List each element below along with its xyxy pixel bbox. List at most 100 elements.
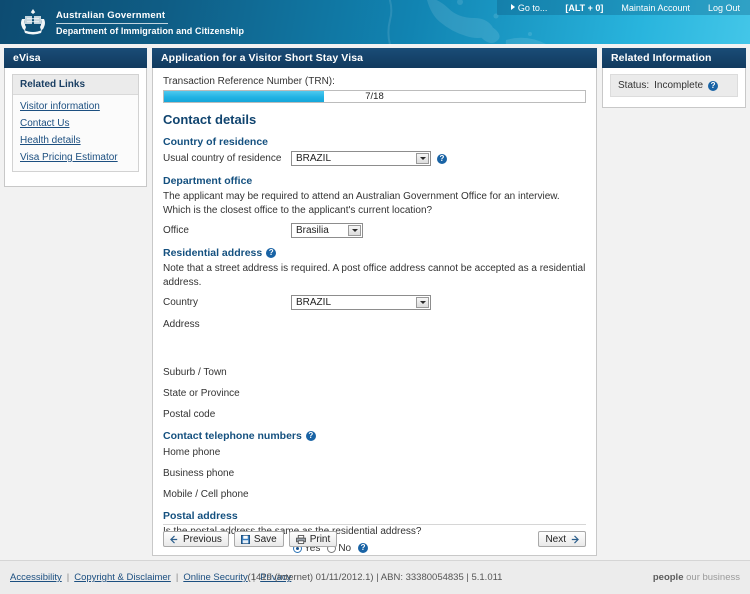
previous-button[interactable]: Previous [163, 531, 229, 547]
contact-telephone-heading-text: Contact telephone numbers [163, 430, 302, 442]
field-residential-country: Country BRAZIL [163, 295, 586, 310]
page-title: Contact details [163, 112, 257, 127]
field-mobile-phone: Mobile / Cell phone [163, 487, 586, 501]
residential-country-select[interactable]: BRAZIL [291, 295, 431, 310]
right-sidebar: Related Information Status: Incomplete ? [602, 48, 746, 108]
footer-brand: people our business [653, 572, 740, 583]
residential-address-note: Note that a street address is required. … [163, 263, 586, 288]
sidebar-link-health-details[interactable]: Health details [20, 135, 131, 146]
residential-country-value: BRAZIL [296, 297, 332, 308]
footer-brand-bold: people [652, 572, 684, 583]
progress-bar: 7/18 [163, 90, 586, 103]
chevron-down-icon[interactable] [348, 225, 361, 236]
save-button-label: Save [253, 533, 277, 545]
goto-menu[interactable]: Go to... [510, 2, 548, 13]
progress-bar-text: 7/18 [365, 91, 384, 102]
help-icon-residential-address[interactable]: ? [266, 248, 277, 258]
field-suburb-town: Suburb / Town [163, 365, 586, 379]
related-information-title: Related Information [602, 48, 746, 68]
page-root: Australian Government Department of Immi… [0, 0, 750, 594]
postal-address-heading-text: Postal address [163, 510, 238, 522]
related-links-list: Visitor information Contact Us Health de… [13, 95, 138, 171]
form-body: Transaction Reference Number (TRN): 7/18… [152, 68, 597, 590]
sidebar-title: eVisa [4, 48, 147, 68]
section-heading-contact-telephone: Contact telephone numbers ? [163, 430, 586, 442]
field-address-line-2 [163, 338, 586, 352]
save-button[interactable]: Save [233, 531, 284, 547]
next-button[interactable]: Next [538, 531, 586, 547]
usual-country-select[interactable]: BRAZIL [291, 151, 431, 166]
section-heading-country-of-residence: Country of residence [163, 136, 586, 148]
previous-button-label: Previous [183, 533, 222, 545]
department-office-heading-text: Department office [163, 175, 253, 187]
field-state-province: State or Province [163, 386, 586, 400]
main-panel-title: Application for a Visitor Short Stay Vis… [152, 48, 597, 68]
state-province-label: State or Province [163, 387, 240, 399]
footer-version-text: (1419 (Internet) 01/11/2012.1) | ABN: 33… [247, 572, 503, 583]
coat-of-arms-icon [18, 7, 48, 37]
sidebar-body: Related Links Visitor information Contac… [4, 68, 147, 187]
usual-country-value: BRAZIL [296, 153, 332, 164]
postal-code-label: Postal code [163, 408, 216, 420]
section-heading-residential-address: Residential address ? [163, 247, 586, 259]
field-postal-code: Postal code [163, 407, 586, 421]
print-button[interactable]: Print [288, 531, 338, 547]
sidebar-link-contact-us[interactable]: Contact Us [20, 118, 131, 129]
printer-icon [295, 534, 306, 544]
content-area: eVisa Related Links Visitor information … [0, 44, 750, 590]
related-information-body: Status: Incomplete ? [602, 68, 746, 108]
maintain-account-link[interactable]: Maintain Account [621, 3, 690, 13]
arrow-right-icon [570, 534, 579, 544]
status-value: Incomplete [654, 80, 704, 91]
field-usual-country-of-residence: Usual country of residence BRAZIL ? [163, 151, 586, 166]
log-out-link[interactable]: Log Out [708, 3, 740, 13]
site-footer: Accessibility | Copyright & Disclaimer |… [0, 560, 750, 594]
residential-address-heading-text: Residential address [163, 247, 263, 259]
office-value: Brasilia [296, 225, 329, 236]
print-button-label: Print [309, 533, 331, 545]
usual-country-label: Usual country of residence [163, 153, 282, 164]
status-label: Status: [618, 80, 650, 91]
gov-line-2: Department of Immigration and Citizenshi… [56, 26, 245, 36]
goto-label: Go to... [517, 2, 548, 13]
left-sidebar: eVisa Related Links Visitor information … [4, 48, 147, 187]
next-button-label: Next [545, 533, 566, 545]
field-office: Office Brasilia [163, 223, 586, 238]
residential-country-label: Country [163, 297, 199, 308]
caret-right-icon [510, 3, 515, 10]
chevron-down-icon[interactable] [416, 297, 429, 308]
office-select[interactable]: Brasilia [291, 223, 363, 238]
section-heading-department-office: Department office [163, 175, 586, 187]
country-of-residence-heading-text: Country of residence [163, 136, 269, 148]
field-business-phone: Business phone [163, 466, 586, 480]
section-heading-postal-address: Postal address [163, 510, 586, 522]
sidebar-link-visa-pricing-estimator[interactable]: Visa Pricing Estimator [20, 152, 131, 163]
government-wordmark: Australian Government Department of Immi… [56, 9, 244, 36]
gov-line-1: Australian Government [56, 10, 168, 24]
arrow-left-icon [170, 534, 179, 544]
home-phone-label: Home phone [163, 446, 221, 458]
main-panel: Application for a Visitor Short Stay Vis… [152, 48, 597, 590]
help-icon-contact-telephone[interactable]: ? [305, 431, 316, 441]
help-icon-usual-country[interactable]: ? [437, 153, 447, 164]
site-header-banner: Australian Government Department of Immi… [0, 0, 750, 44]
mobile-phone-label: Mobile / Cell phone [163, 488, 249, 500]
field-home-phone: Home phone [163, 445, 586, 459]
business-phone-label: Business phone [163, 467, 235, 479]
office-label: Office [163, 225, 189, 236]
trn-label: Transaction Reference Number (TRN): [163, 76, 335, 87]
field-address: Address [163, 317, 586, 331]
form-button-bar: Previous Save Print Next [163, 524, 586, 547]
help-icon-status[interactable]: ? [708, 80, 719, 91]
sidebar-link-visitor-information[interactable]: Visitor information [20, 101, 131, 112]
related-links-title: Related Links [13, 75, 138, 95]
top-navigation: Go to... [ALT + 0] Maintain Account Log … [496, 0, 750, 15]
address-label: Address [163, 318, 200, 330]
alt-shortcut-label: [ALT + 0] [565, 2, 604, 13]
department-office-note: The applicant may be required to attend … [163, 191, 560, 216]
footer-brand-rest: our business [683, 572, 740, 583]
related-links-box: Related Links Visitor information Contac… [12, 74, 139, 172]
chevron-down-icon[interactable] [416, 153, 429, 164]
suburb-town-label: Suburb / Town [163, 366, 227, 378]
floppy-disk-icon [240, 534, 250, 544]
